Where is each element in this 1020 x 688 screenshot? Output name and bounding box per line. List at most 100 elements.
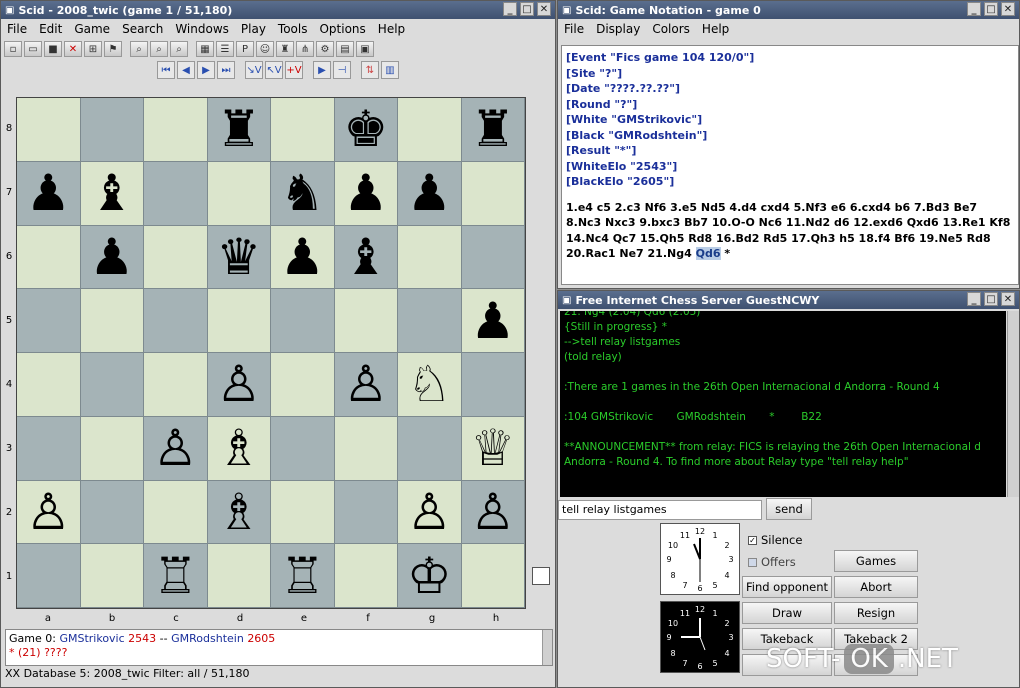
board-square-e6[interactable]: ♟ — [271, 225, 335, 290]
board-square-a6[interactable] — [17, 225, 81, 290]
move-list[interactable]: 1.e4 c5 2.c3 Nf6 3.e5 Nd5 4.d4 cxd4 5.Nf… — [566, 200, 1014, 262]
window-menu-icon[interactable]: ▣ — [5, 5, 14, 16]
silence-checkbox[interactable]: ✓ Silence — [748, 533, 802, 547]
offers-checkbox[interactable]: Offers — [748, 555, 796, 569]
board-square-g4[interactable]: ♘ — [398, 353, 462, 417]
board-square-g1[interactable]: ♔ — [398, 544, 462, 608]
board-square-g5[interactable] — [398, 289, 462, 353]
menu-windows[interactable]: Windows — [175, 22, 229, 36]
menu-help[interactable]: Help — [378, 22, 405, 36]
exit-variation-icon[interactable]: ↖V — [265, 61, 283, 79]
board-square-h7[interactable] — [461, 161, 525, 226]
board-square-h5[interactable]: ♟ — [461, 289, 525, 353]
search-header-icon[interactable]: ⌕ — [150, 41, 168, 57]
bookmark-icon[interactable]: ⚑ — [104, 41, 122, 57]
menu-game[interactable]: Game — [74, 22, 110, 36]
board-square-b2[interactable] — [80, 480, 144, 545]
board-square-c6[interactable] — [144, 225, 208, 290]
find-opponent-button[interactable]: Find opponent — [742, 576, 832, 598]
board-square-d5[interactable] — [207, 289, 271, 353]
board-square-h3[interactable]: ♕ — [461, 416, 525, 481]
notation-titlebar[interactable]: ▣ Scid: Game Notation - game 0 _ □ ✕ — [558, 1, 1019, 19]
menu-file[interactable]: File — [564, 22, 584, 36]
board-square-h6[interactable] — [461, 225, 525, 290]
board-square-b6[interactable]: ♟ — [80, 225, 144, 290]
main-titlebar[interactable]: ▣ Scid - 2008_twic (game 1 / 51,180) _ □… — [1, 1, 555, 19]
minimize-icon[interactable]: _ — [967, 2, 981, 16]
board-square-b8[interactable] — [80, 98, 144, 162]
board-square-c7[interactable] — [144, 161, 208, 226]
pgn-icon[interactable]: P — [236, 41, 254, 57]
book-icon[interactable]: ▤ — [336, 41, 354, 57]
board-square-a7[interactable]: ♟ — [17, 161, 81, 226]
board-square-f8[interactable]: ♚ — [334, 98, 398, 162]
board-square-a1[interactable] — [17, 544, 81, 608]
board-square-f6[interactable]: ♝ — [334, 225, 398, 290]
add-variation-icon[interactable]: +V — [285, 61, 303, 79]
board-square-a2[interactable]: ♙ — [17, 480, 81, 545]
window-menu-icon[interactable]: ▣ — [562, 295, 571, 306]
games-button[interactable]: Games — [834, 550, 918, 572]
close-icon[interactable]: ✕ — [537, 2, 551, 16]
new-icon[interactable]: ▫ — [4, 41, 22, 57]
finder-icon[interactable]: ⊞ — [84, 41, 102, 57]
board-square-c4[interactable] — [144, 353, 208, 417]
board-square-b5[interactable] — [80, 289, 144, 353]
board-square-f2[interactable] — [334, 480, 398, 545]
board-square-h1[interactable] — [461, 544, 525, 608]
console-scrollbar[interactable] — [1007, 311, 1019, 497]
minimize-icon[interactable]: _ — [503, 2, 517, 16]
board-square-c3[interactable]: ♙ — [144, 416, 208, 481]
minimize-icon[interactable]: _ — [967, 292, 981, 306]
window-menu-icon[interactable]: ▣ — [562, 5, 571, 16]
board-square-b7[interactable]: ♝ — [80, 161, 144, 226]
abort-button[interactable]: Abort — [834, 576, 918, 598]
menu-search[interactable]: Search — [122, 22, 163, 36]
analysis-icon[interactable]: ⚙ — [316, 41, 334, 57]
board-square-a5[interactable] — [17, 289, 81, 353]
board-square-c8[interactable] — [144, 98, 208, 162]
gamelist-icon[interactable]: ☰ — [216, 41, 234, 57]
board-square-d2[interactable]: ♗ — [207, 480, 271, 545]
board-square-e5[interactable] — [271, 289, 335, 353]
fics-console[interactable]: 21. Ng4 (2:04) Qd6 (2:05) {Still in prog… — [560, 311, 1006, 497]
board-square-a3[interactable] — [17, 416, 81, 481]
board-square-d8[interactable]: ♜ — [207, 98, 271, 162]
first-move-icon[interactable]: ⏮ — [157, 61, 175, 79]
resign-button[interactable]: Resign — [834, 602, 918, 624]
close-db-icon[interactable]: ✕ — [64, 41, 82, 57]
board-square-e4[interactable] — [271, 353, 335, 417]
board-square-f4[interactable]: ♙ — [334, 353, 398, 417]
last-move-icon[interactable]: ⏭ — [217, 61, 235, 79]
board-square-d1[interactable] — [207, 544, 271, 608]
fics-titlebar[interactable]: ▣ Free Internet Chess Server GuestNCWY _… — [558, 291, 1019, 309]
board-square-e8[interactable] — [271, 98, 335, 162]
board-square-f5[interactable] — [334, 289, 398, 353]
board-square-b4[interactable] — [80, 353, 144, 417]
board-square-b3[interactable] — [80, 416, 144, 481]
board-square-f7[interactable]: ♟ — [334, 161, 398, 226]
menu-tools[interactable]: Tools — [278, 22, 308, 36]
menu-edit[interactable]: Edit — [39, 22, 62, 36]
board-square-e7[interactable]: ♞ — [271, 161, 335, 226]
board-square-h8[interactable]: ♜ — [461, 98, 525, 162]
command-input[interactable]: tell relay listgames — [558, 500, 762, 520]
menu-colors[interactable]: Colors — [652, 22, 690, 36]
tablebase-icon[interactable]: ▣ — [356, 41, 374, 57]
pgn-text[interactable]: [Event "Fics game 104 120/0"] [Site "?"]… — [561, 45, 1019, 285]
board-square-a8[interactable] — [17, 98, 81, 162]
board-square-c1[interactable]: ♖ — [144, 544, 208, 608]
maximize-icon[interactable]: □ — [984, 292, 998, 306]
search-material-icon[interactable]: ⌕ — [170, 41, 188, 57]
switcher-icon[interactable]: ▦ — [196, 41, 214, 57]
black-player[interactable]: GMRodshtein — [171, 632, 244, 645]
tournament-icon[interactable]: ♜ — [276, 41, 294, 57]
open-icon[interactable]: ▭ — [24, 41, 42, 57]
board-square-g3[interactable] — [398, 416, 462, 481]
player-finder-icon[interactable]: ☺ — [256, 41, 274, 57]
menu-help[interactable]: Help — [702, 22, 729, 36]
board-square-f3[interactable] — [334, 416, 398, 481]
board-square-b1[interactable] — [80, 544, 144, 608]
board-square-e3[interactable] — [271, 416, 335, 481]
coords-icon[interactable]: ▥ — [381, 61, 399, 79]
